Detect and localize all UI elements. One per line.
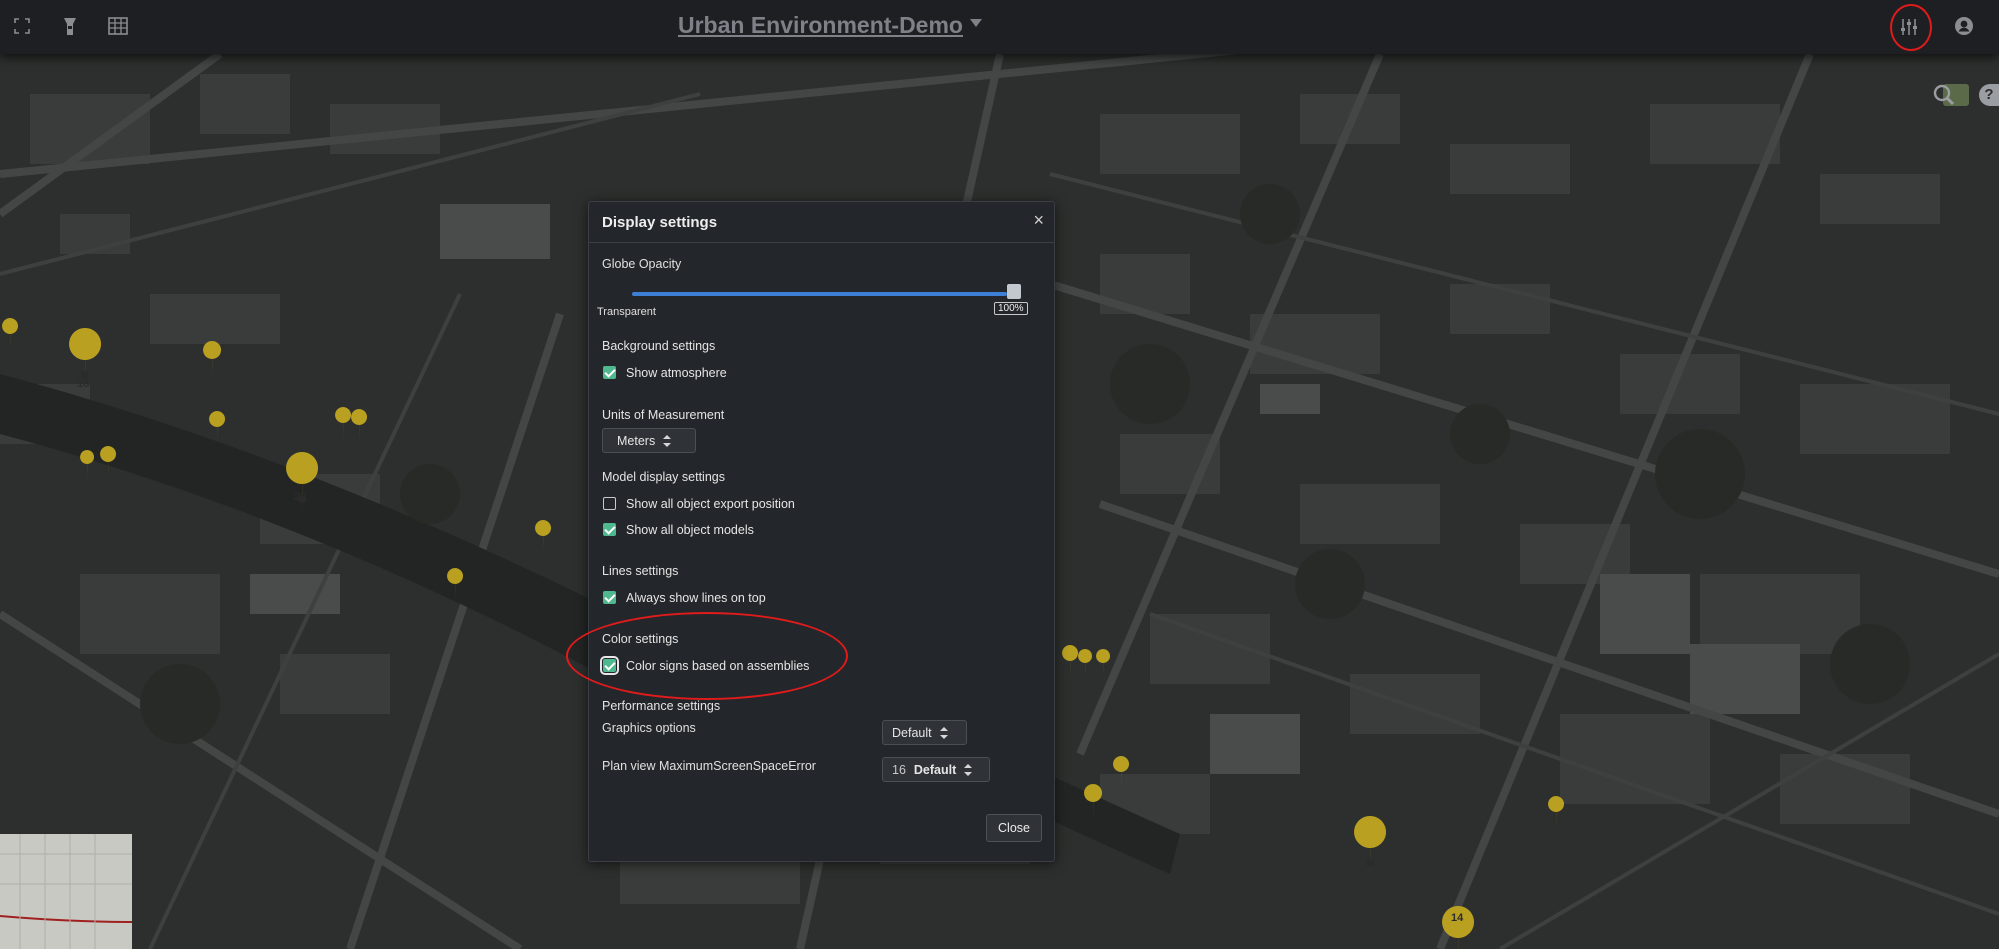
user-icon[interactable]	[1952, 14, 1976, 38]
fullscreen-icon[interactable]	[10, 14, 34, 38]
show-atmosphere-label[interactable]: Show atmosphere	[626, 366, 727, 380]
close-button[interactable]: Close	[986, 814, 1042, 842]
sse-label: Plan view MaximumScreenSpaceError	[602, 759, 816, 773]
help-icon[interactable]: ?	[1979, 84, 1999, 106]
display-settings-dialog: Display settings × Globe Opacity Transpa…	[588, 201, 1055, 862]
map-marker	[335, 407, 352, 439]
marker-label: 1	[1366, 854, 1373, 866]
map-marker	[203, 341, 222, 376]
map-marker	[1548, 796, 1565, 828]
object-models-checkbox[interactable]	[603, 523, 616, 536]
chevron-down-icon[interactable]	[970, 19, 982, 27]
top-toolbar: Urban Environment-Demo	[0, 0, 1999, 54]
map-marker	[1354, 816, 1387, 882]
map-tools: ?	[1933, 84, 1999, 106]
model-display-heading: Model display settings	[602, 470, 725, 484]
select-arrows-icon	[939, 726, 948, 739]
map-marker	[209, 411, 226, 443]
table-icon[interactable]	[106, 14, 130, 38]
close-icon[interactable]: ×	[1033, 210, 1044, 231]
marker-label: 22	[294, 491, 307, 503]
slider-value-label: 100%	[994, 302, 1028, 315]
export-position-checkbox[interactable]	[603, 497, 616, 510]
map-marker	[535, 520, 552, 552]
units-select[interactable]: Meters	[602, 428, 696, 453]
map-marker	[2, 318, 19, 350]
dialog-header: Display settings ×	[589, 202, 1054, 243]
globe-opacity-label: Globe Opacity	[602, 257, 682, 271]
lines-heading: Lines settings	[602, 564, 679, 578]
map-marker	[1062, 645, 1079, 677]
highlight-ellipse	[566, 612, 848, 700]
map-marker	[100, 446, 117, 478]
units-heading: Units of Measurement	[602, 408, 725, 422]
graphics-options-select[interactable]: Default	[882, 720, 967, 745]
export-position-label[interactable]: Show all object export position	[626, 497, 795, 511]
lines-on-top-checkbox[interactable]	[603, 591, 616, 604]
slider-min-label: Transparent	[597, 306, 656, 318]
units-selected: Meters	[617, 433, 656, 448]
flashlight-icon[interactable]	[58, 14, 82, 38]
map-marker	[447, 568, 464, 600]
project-title[interactable]: Urban Environment-Demo	[678, 12, 963, 39]
marker-label: 18	[77, 378, 90, 390]
graphics-options-label: Graphics options	[602, 721, 696, 735]
graphics-selected: Default	[892, 725, 932, 740]
highlight-ring	[1890, 4, 1932, 51]
map-marker	[80, 450, 95, 478]
sse-value: 16	[892, 762, 906, 777]
map-marker	[286, 452, 319, 518]
map-marker	[1096, 649, 1111, 677]
background-settings-heading: Background settings	[602, 339, 716, 353]
show-atmosphere-checkbox[interactable]	[603, 366, 616, 379]
sse-selected: Default	[913, 762, 957, 777]
lines-on-top-label[interactable]: Always show lines on top	[626, 591, 766, 605]
dialog-title: Display settings	[602, 214, 718, 231]
map-marker	[1078, 649, 1093, 677]
performance-heading: Performance settings	[602, 699, 721, 713]
slider-handle[interactable]	[1007, 284, 1021, 299]
sse-select[interactable]: 16 Default	[882, 757, 990, 782]
object-models-label[interactable]: Show all object models	[626, 523, 754, 537]
map-marker	[351, 409, 368, 441]
select-arrows-icon	[964, 763, 973, 776]
marker-label: 14	[1451, 912, 1464, 924]
map-marker	[1113, 756, 1130, 788]
select-arrows-icon	[663, 434, 672, 447]
globe-opacity-slider[interactable]	[632, 292, 1007, 296]
map-marker	[1084, 784, 1103, 820]
